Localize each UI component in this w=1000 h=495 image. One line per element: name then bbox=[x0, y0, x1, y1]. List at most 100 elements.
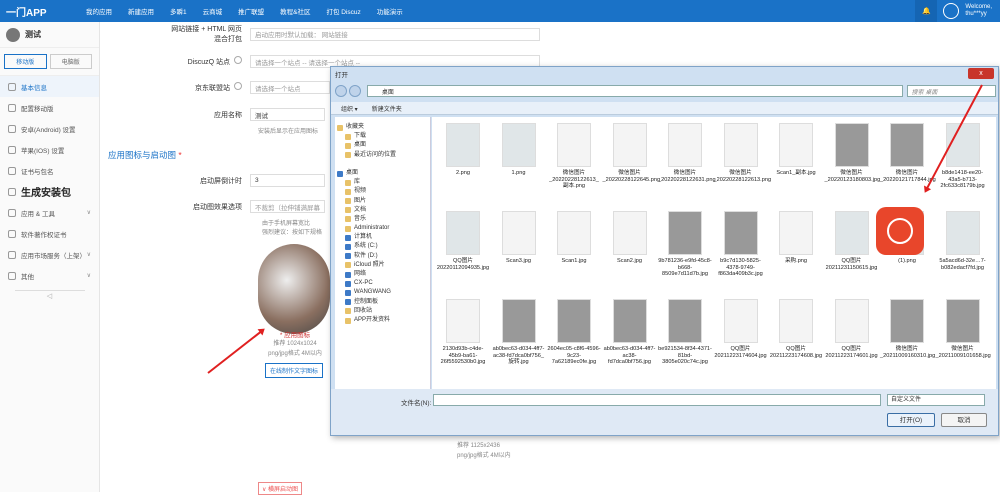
sidebar-item-tools[interactable]: 应用 & 工具 ∨ bbox=[0, 202, 99, 223]
tree-item[interactable]: 控制面板 bbox=[335, 298, 430, 307]
sidebar-item-android[interactable]: 安卓(Android) 设置 bbox=[0, 118, 99, 139]
file-item[interactable]: QQ图片20211223174604.jpg bbox=[714, 299, 768, 359]
tree-item[interactable]: 桌面 bbox=[335, 169, 430, 178]
back-icon[interactable] bbox=[335, 85, 347, 97]
sidebar-item-certificate[interactable]: 证书与包名 bbox=[0, 160, 99, 181]
organize-button[interactable]: 组织 ▾ bbox=[341, 104, 358, 113]
tab-mobile[interactable]: 移动版 bbox=[4, 54, 47, 69]
open-button[interactable]: 打开(O) bbox=[887, 413, 935, 427]
tree-item[interactable]: WANGWANG bbox=[335, 288, 430, 297]
cancel-button[interactable]: 取消 bbox=[941, 413, 987, 427]
nav-my-apps[interactable]: 我的应用 bbox=[86, 6, 112, 16]
tree-item[interactable]: APP开发资料 bbox=[335, 316, 430, 325]
app-name-input[interactable]: 测试 bbox=[250, 108, 325, 121]
discuzq-radio[interactable] bbox=[234, 56, 242, 64]
app-icon-preview[interactable] bbox=[258, 244, 330, 334]
tree-item[interactable]: 图片 bbox=[335, 197, 430, 206]
file-item[interactable]: 微信图片_20220228122613.png bbox=[714, 123, 771, 183]
tree-item[interactable]: 库 bbox=[335, 178, 430, 187]
file-item[interactable]: 微信图片_20211009160310.jpg bbox=[880, 299, 935, 359]
file-item[interactable]: be921534-8f34-4371-81bd-3805e020c74c.jpg bbox=[658, 299, 712, 366]
tree-item[interactable]: 回收站 bbox=[335, 307, 430, 316]
file-item[interactable]: 微信图片_20211009101658.jpg bbox=[936, 299, 991, 359]
file-item[interactable]: 采购.png bbox=[769, 211, 823, 265]
file-item[interactable]: Scan3.jpg bbox=[492, 211, 546, 265]
nav-demo[interactable]: 功能演示 bbox=[377, 6, 403, 16]
filename-input[interactable] bbox=[433, 394, 881, 406]
nav-affiliate[interactable]: 推广联盟 bbox=[238, 6, 264, 16]
sidebar-item-market[interactable]: 应用市场服务（上架） ∨ bbox=[0, 244, 99, 265]
file-item[interactable]: 微信图片_20220121717844.jpg bbox=[880, 123, 936, 183]
nav-community[interactable]: 教程&社区 bbox=[280, 6, 310, 16]
jd-radio[interactable] bbox=[234, 82, 242, 90]
file-item[interactable]: QQ图片20220112094935.jpg bbox=[436, 211, 490, 271]
tree-item[interactable]: 网络 bbox=[335, 270, 430, 279]
make-text-icon-button[interactable]: 在线制作文字图标 bbox=[265, 363, 324, 378]
sidebar-item-other[interactable]: 其他 ∨ bbox=[0, 265, 99, 286]
jd-select[interactable]: 请选择一个站点 bbox=[250, 81, 330, 94]
tree-item[interactable]: 收藏夹 bbox=[335, 123, 430, 132]
path-field[interactable]: 桌面 bbox=[366, 85, 903, 97]
forward-icon[interactable] bbox=[348, 85, 361, 97]
avatar[interactable] bbox=[943, 3, 960, 19]
search-input[interactable]: 搜索 桌面 bbox=[906, 85, 996, 97]
file-item[interactable]: Scan2.jpg bbox=[603, 211, 657, 265]
nav-discuz[interactable]: 打包 Discuz bbox=[326, 6, 360, 16]
sidebar-item-basic-info[interactable]: 基本信息 bbox=[0, 76, 99, 97]
tree-item[interactable]: 软件 (D:) bbox=[335, 252, 430, 261]
dialog-titlebar[interactable]: 打开 bbox=[331, 67, 998, 81]
collapse-sidebar-button[interactable]: ◁ bbox=[14, 290, 85, 302]
file-item[interactable]: b9c7d130-5825-4378-9749-f863da409b3c.jpg bbox=[714, 211, 768, 278]
file-item[interactable]: Scan1.jpg bbox=[547, 211, 601, 265]
sidebar-item-build[interactable]: 生成安装包 bbox=[0, 181, 99, 202]
file-item[interactable]: QQ图片20211223174608.jpg bbox=[769, 299, 823, 359]
file-item[interactable]: 2.png bbox=[436, 123, 490, 177]
file-item[interactable]: 微信图片_20220228122613_副本.png bbox=[547, 123, 601, 190]
countdown-input[interactable]: 3 bbox=[250, 174, 325, 187]
tree-item[interactable]: 最近访问的位置 bbox=[335, 151, 430, 160]
file-item[interactable]: Scan1_副本.jpg bbox=[769, 123, 823, 177]
file-item[interactable]: 微信图片_20220123180803.jpg bbox=[824, 123, 881, 183]
sidebar-item-copyright[interactable]: 软件著作权证书 bbox=[0, 223, 99, 244]
sidebar-item-mobile-config[interactable]: 配置移动版 bbox=[0, 97, 99, 118]
file-name: 5a5acd6d-32e…7-b082edacf7fd.jpg bbox=[939, 258, 986, 271]
app-logo-drag-icon[interactable] bbox=[876, 207, 924, 255]
file-item[interactable]: ab0bec63-d034-4ff7-ac38-fd7dca0bf756_旋转.… bbox=[492, 299, 546, 366]
effect-select[interactable]: 不裁剪（拉伸铺满屏幕 bbox=[250, 200, 325, 213]
tree-item[interactable]: 系统 (C:) bbox=[335, 242, 430, 251]
nav-cloud-store[interactable]: 云商城 bbox=[203, 6, 223, 16]
hybrid-select[interactable]: 启动应用时默认加载： 网站链接 bbox=[250, 27, 540, 41]
file-name: 2604ec05-c8f6-4596-9c23-7a62189ec0fe.jpg bbox=[547, 346, 601, 366]
tree-item[interactable]: Administrator bbox=[335, 224, 430, 233]
file-item[interactable]: QQ图片20211231150615.jpg bbox=[825, 211, 879, 271]
file-item[interactable]: 2604ec05-c8f6-4596-9c23-7a62189ec0fe.jpg bbox=[547, 299, 601, 366]
file-item[interactable]: 5a5acd6d-32e…7-b082edacf7fd.jpg bbox=[936, 211, 990, 271]
brand-logo[interactable]: 一门APP bbox=[6, 4, 47, 19]
tree-item[interactable]: 下载 bbox=[335, 132, 430, 141]
filetype-select[interactable]: 自定义文件 bbox=[887, 394, 985, 406]
sidebar-item-ios[interactable]: 苹果(IOS) 设置 bbox=[0, 139, 99, 160]
file-item[interactable]: 1.png bbox=[492, 123, 546, 177]
landscape-splash-button[interactable]: ∨ 横屏启动图 bbox=[258, 482, 303, 495]
file-item[interactable]: ab0bec63-d034-4ff7-ac38-fd7dca0bf756.jpg bbox=[603, 299, 657, 366]
welcome-text[interactable]: Welcome, thu***yy bbox=[965, 4, 992, 18]
file-item[interactable]: 2130d93b-c4de-45b9-ba61-26f5592530b0.jpg bbox=[436, 299, 490, 366]
tree-item[interactable]: CX-PC bbox=[335, 279, 430, 288]
file-item[interactable]: 微信图片_20220228122645.png bbox=[603, 123, 660, 183]
nav-duoshun[interactable]: 多瞬1 bbox=[170, 6, 187, 16]
file-item[interactable]: 9b781236-e9fd-45c8-b668-8509e7d11d7b.jpg bbox=[658, 211, 712, 278]
tree-item[interactable]: iCloud 照片 bbox=[335, 261, 430, 270]
new-folder-button[interactable]: 新建文件夹 bbox=[372, 104, 402, 113]
file-name: 微信图片_20220123180803.jpg bbox=[824, 170, 881, 183]
tab-pc[interactable]: 电脑版 bbox=[49, 54, 92, 69]
tree-item[interactable]: 视频 bbox=[335, 187, 430, 196]
tree-item[interactable]: 文档 bbox=[335, 206, 430, 215]
nav-new-app[interactable]: 新建应用 bbox=[128, 6, 154, 16]
tree-item[interactable]: 计算机 bbox=[335, 233, 430, 242]
file-item[interactable]: QQ图片20211223174601.jpg bbox=[825, 299, 879, 359]
file-item[interactable]: 微信图片_20220228122631.png bbox=[658, 123, 716, 183]
bell-icon[interactable]: 🔔 bbox=[915, 0, 938, 22]
tree-item[interactable]: 桌面 bbox=[335, 141, 430, 150]
close-button[interactable]: x bbox=[968, 68, 994, 79]
tree-item[interactable]: 音乐 bbox=[335, 215, 430, 224]
